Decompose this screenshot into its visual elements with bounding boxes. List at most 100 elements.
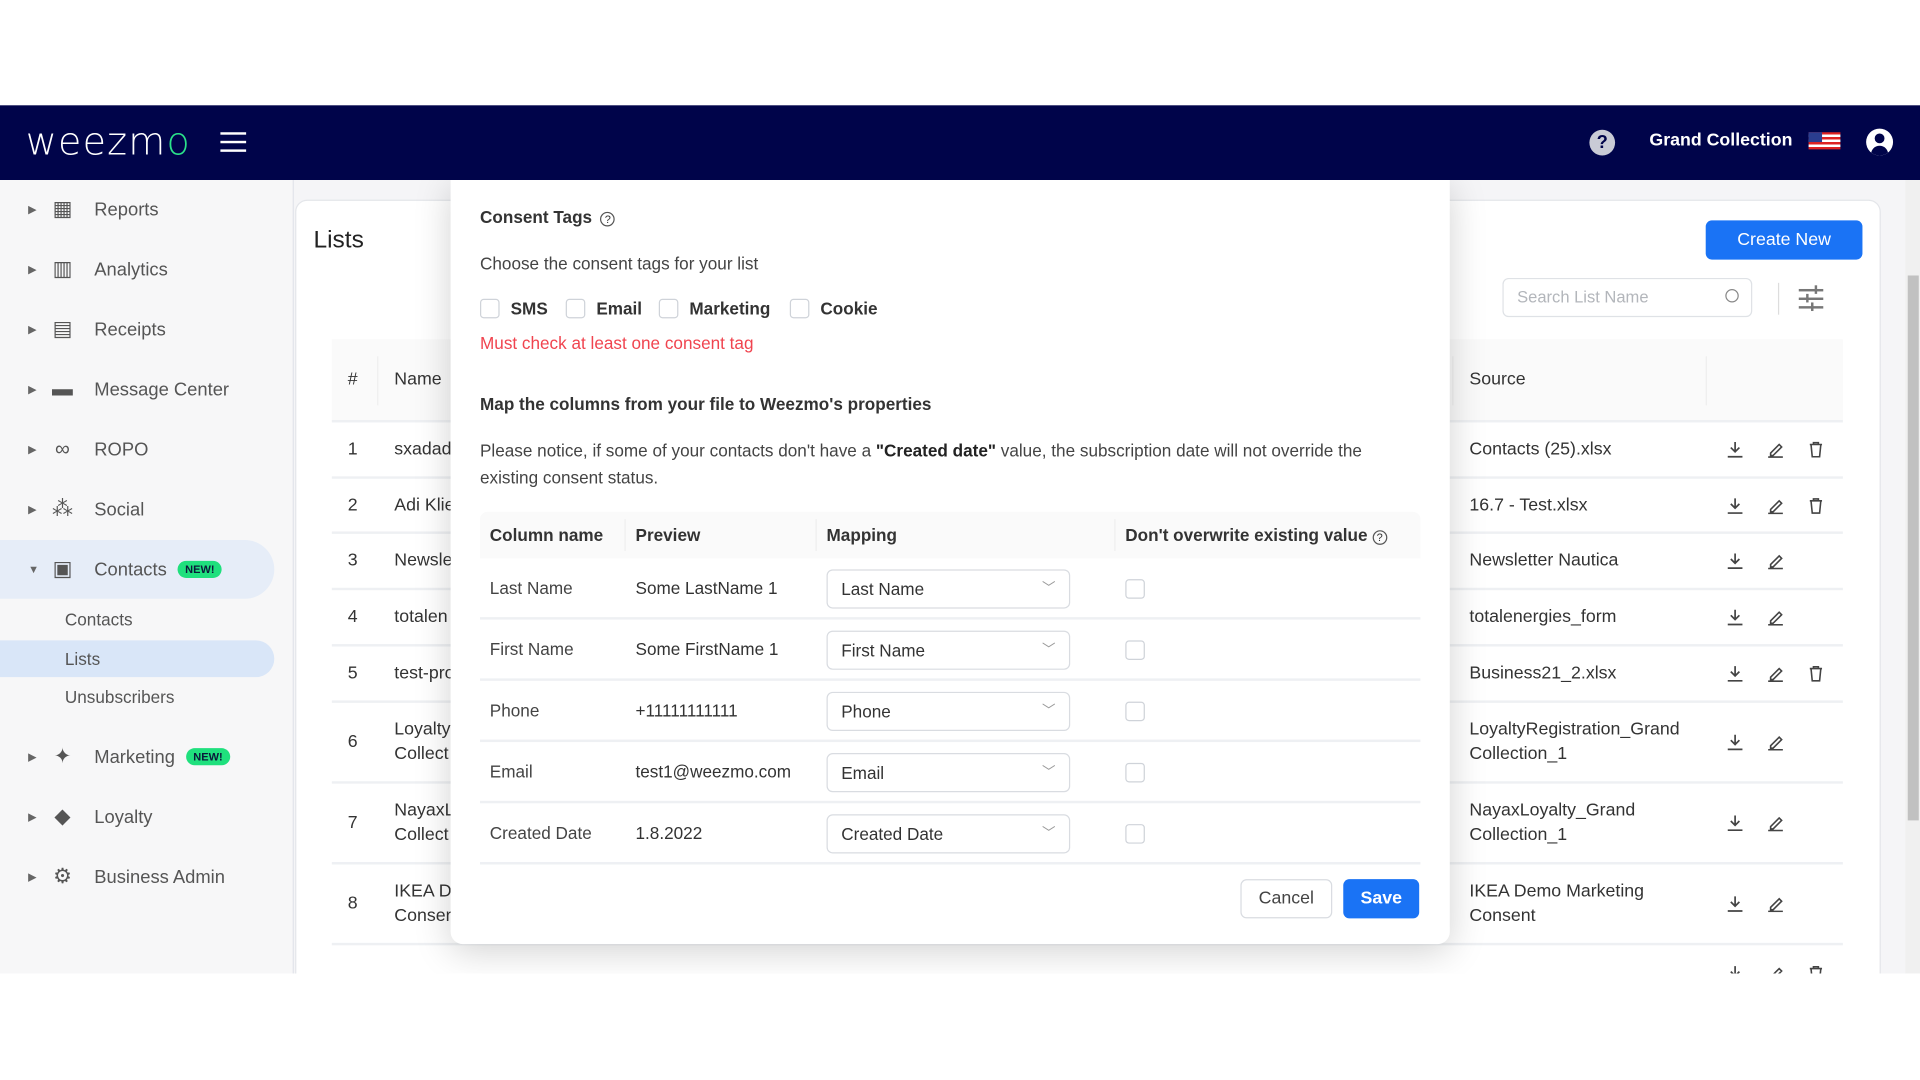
dont-overwrite-checkbox[interactable] — [1125, 640, 1145, 661]
tag-label-sms[interactable]: SMS — [511, 299, 548, 319]
filter-sliders-icon[interactable] — [1798, 285, 1824, 312]
row-name[interactable]: Newsle — [394, 549, 452, 573]
checkbox-sms[interactable] — [480, 298, 500, 319]
chat-icon: ▬ — [52, 377, 73, 401]
row-name[interactable]: IKEA D Conser — [394, 879, 451, 928]
checkbox-marketing[interactable] — [658, 298, 679, 319]
consent-description: Choose the consent tags for your list — [480, 253, 759, 274]
search-list-input[interactable]: Search List Name — [1502, 277, 1753, 318]
checkbox-email[interactable] — [565, 298, 586, 319]
mapping-table-header: Column name Preview Mapping Don't overwr… — [480, 511, 1421, 559]
dont-overwrite-checkbox[interactable] — [1125, 701, 1145, 722]
row-source: IKEA Demo Marketing Consent — [1469, 881, 1645, 926]
map-columns-title: Map the columns from your file to Weezmo… — [480, 394, 932, 414]
sidebar-item-marketing[interactable]: ▶ ✦ Marketing NEW! — [0, 727, 274, 786]
checkbox-cookie[interactable] — [789, 298, 810, 319]
caret-right-icon: ▶ — [28, 810, 37, 823]
sidebar-item-contacts[interactable]: ▼ ▣ Contacts NEW! — [0, 540, 275, 599]
caret-right-icon: ▶ — [28, 322, 37, 335]
sidebar-item-business-admin[interactable]: ▶ ⚙ Business Admin — [0, 847, 274, 906]
sidebar-item-social[interactable]: ▶ ⁂ Social — [0, 480, 274, 539]
cancel-button[interactable]: Cancel — [1240, 879, 1333, 919]
create-new-button[interactable]: Create New — [1705, 220, 1863, 260]
download-icon[interactable] — [1727, 609, 1744, 626]
download-icon[interactable] — [1727, 497, 1744, 514]
mapping-select[interactable]: Email ﹀ — [826, 753, 1071, 793]
edit-pencil-icon[interactable] — [1767, 441, 1784, 458]
sidebar-item-label: Reports — [94, 198, 159, 220]
top-navbar: ? Grand Collection — [0, 105, 1920, 181]
sidebar-item-receipts[interactable]: ▶ ▤ Receipts — [0, 300, 274, 359]
mapping-select[interactable]: Last Name ﹀ — [826, 569, 1071, 609]
weezmo-logo[interactable]: weezmo — [26, 120, 191, 164]
preview-value: 1.8.2022 — [635, 822, 703, 843]
sidebar-item-reports[interactable]: ▶ ▦ Reports — [0, 180, 274, 239]
sidebar-item-label: Loyalty — [94, 806, 153, 828]
download-icon[interactable] — [1727, 441, 1744, 458]
delete-trash-icon[interactable] — [1807, 665, 1824, 682]
sidebar-item-message-center[interactable]: ▶ ▬ Message Center — [0, 360, 274, 419]
table-row[interactable]: 9Test shir27 Nov 220Static27 Nov 22shirt… — [332, 945, 1843, 974]
account-name[interactable]: Grand Collection — [1649, 131, 1792, 151]
download-icon[interactable] — [1727, 965, 1744, 974]
row-name[interactable]: NayaxL Collect — [394, 798, 454, 847]
tag-label-marketing[interactable]: Marketing — [689, 299, 770, 319]
delete-trash-icon[interactable] — [1807, 441, 1824, 458]
edit-pencil-icon[interactable] — [1767, 609, 1784, 626]
dont-overwrite-checkbox[interactable] — [1125, 579, 1145, 599]
dont-overwrite-checkbox[interactable] — [1125, 762, 1145, 783]
row-name[interactable]: Loyalty Collect — [394, 718, 450, 767]
gear-icon: ⚙ — [53, 864, 72, 888]
caret-right-icon: ▶ — [28, 262, 37, 275]
sidebar-subitem-unsubscribers[interactable]: Unsubscribers — [0, 678, 274, 715]
tag-label-cookie[interactable]: Cookie — [820, 299, 877, 319]
sidebar-subitem-contacts[interactable]: Contacts — [0, 601, 274, 638]
tag-label-email[interactable]: Email — [596, 299, 642, 319]
row-name[interactable]: sxadad — [394, 437, 451, 461]
row-name[interactable]: totalen — [394, 605, 447, 629]
delete-trash-icon[interactable] — [1807, 497, 1824, 514]
edit-pencil-icon[interactable] — [1767, 552, 1784, 570]
edit-pencil-icon[interactable] — [1767, 965, 1784, 974]
tag-icon: ◆ — [54, 804, 71, 828]
row-name[interactable]: Adi Klie — [394, 493, 454, 517]
divider — [1452, 356, 1454, 406]
mapping-select[interactable]: Phone ﹀ — [826, 691, 1071, 732]
sidebar-item-loyalty[interactable]: ▶ ◆ Loyalty — [0, 787, 274, 846]
mapping-value: Created Date — [841, 824, 944, 844]
help-circle-icon[interactable]: ? — [1372, 530, 1388, 545]
scrollbar-thumb[interactable] — [1907, 275, 1919, 821]
mapping-select[interactable]: Created Date ﹀ — [826, 814, 1071, 854]
sidebar-subitem-lists[interactable]: Lists — [0, 639, 275, 677]
user-account-icon[interactable] — [1866, 128, 1894, 156]
preview-value: test1@weezmo.com — [635, 761, 792, 782]
edit-pencil-icon[interactable] — [1767, 497, 1784, 514]
party-icon: ✦ — [53, 744, 72, 768]
help-circle-icon[interactable]: ? — [600, 211, 616, 227]
import-mapping-modal: Consent Tags ? Choose the consent tags f… — [450, 180, 1450, 945]
help-icon[interactable]: ? — [1589, 129, 1616, 156]
delete-trash-icon[interactable] — [1807, 965, 1824, 974]
sidebar-item-label: Analytics — [94, 258, 168, 280]
hamburger-menu-icon[interactable] — [220, 132, 247, 152]
us-flag-icon[interactable] — [1808, 132, 1841, 150]
consent-error-message: Must check at least one consent tag — [480, 333, 754, 353]
mapping-select[interactable]: First Name ﹀ — [826, 630, 1071, 670]
column-name: Created Date — [489, 822, 592, 843]
download-icon[interactable] — [1727, 895, 1744, 912]
download-icon[interactable] — [1727, 552, 1744, 570]
save-button[interactable]: Save — [1343, 879, 1420, 919]
download-icon[interactable] — [1727, 733, 1744, 751]
edit-pencil-icon[interactable] — [1767, 733, 1784, 751]
download-icon[interactable] — [1727, 814, 1744, 832]
row-name[interactable]: test-pro — [394, 661, 454, 685]
caret-down-icon: ▼ — [28, 563, 40, 576]
row-num: 8 — [347, 893, 358, 914]
sidebar-item-analytics[interactable]: ▶ ▥ Analytics — [0, 240, 274, 299]
dont-overwrite-checkbox[interactable] — [1125, 824, 1145, 844]
edit-pencil-icon[interactable] — [1767, 814, 1784, 832]
edit-pencil-icon[interactable] — [1767, 665, 1784, 682]
download-icon[interactable] — [1727, 665, 1744, 682]
edit-pencil-icon[interactable] — [1767, 895, 1784, 913]
sidebar-item-ropo[interactable]: ▶ ∞ ROPO — [0, 420, 274, 479]
